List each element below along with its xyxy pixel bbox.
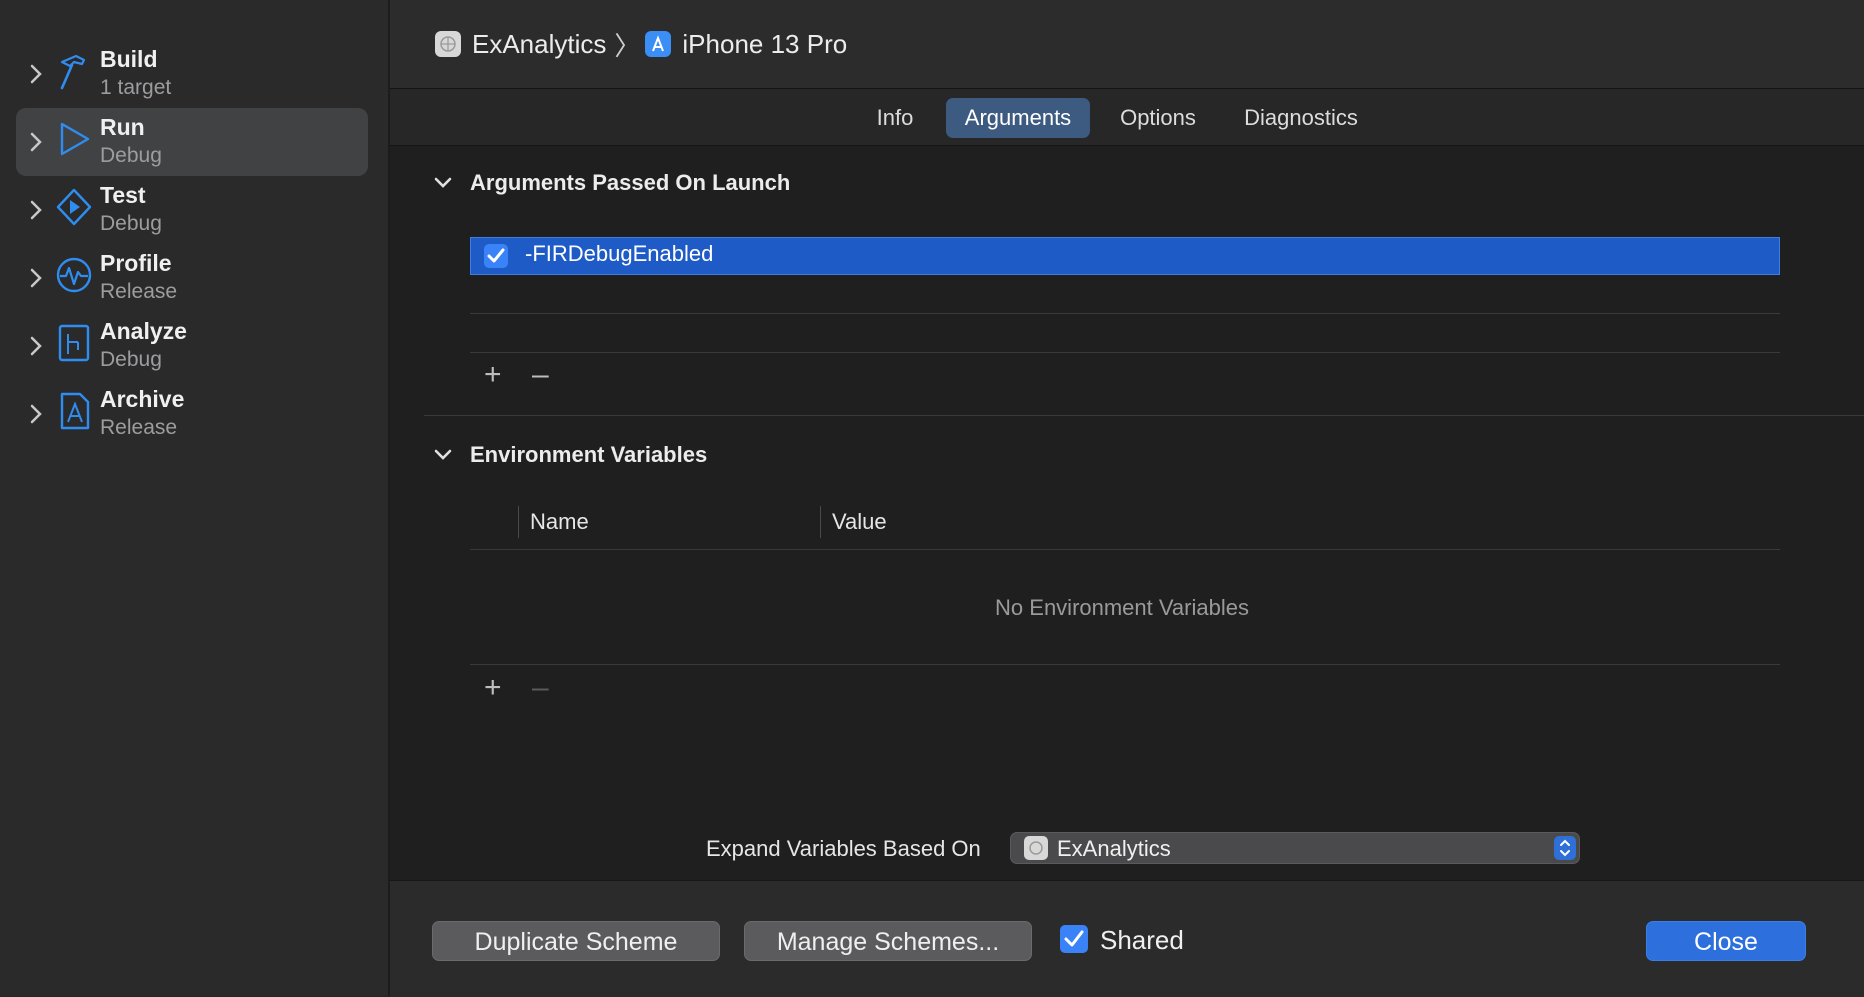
chevron-down-icon[interactable]	[432, 172, 454, 194]
sidebar-item-subtitle: 1 target	[100, 76, 172, 99]
expand-variables-popup[interactable]: ExAnalytics	[1010, 832, 1580, 864]
scheme-action-sidebar: Build 1 target Run Debug Test Debug Prof…	[0, 0, 390, 996]
sidebar-item-title: Analyze	[100, 318, 187, 344]
destination-name[interactable]: iPhone 13 Pro	[682, 29, 847, 60]
sidebar-item-title: Run	[100, 114, 145, 140]
environment-section-title: Environment Variables	[470, 442, 708, 467]
remove-argument-icon[interactable]: –	[532, 360, 549, 390]
popup-stepper-icon	[1554, 836, 1576, 860]
close-button[interactable]: Close	[1646, 921, 1806, 961]
shared-label[interactable]: Shared	[1100, 925, 1184, 956]
arguments-section-title: Arguments Passed On Launch	[470, 170, 791, 195]
footer-bar: Duplicate Scheme Manage Schemes... Share…	[390, 880, 1864, 997]
header-divider	[470, 549, 1780, 550]
manage-schemes-button[interactable]: Manage Schemes...	[744, 921, 1032, 961]
chevron-right-icon[interactable]	[26, 198, 46, 222]
waveform-icon	[56, 257, 92, 293]
sidebar-item-build[interactable]: Build 1 target	[16, 40, 368, 108]
tab-diagnostics[interactable]: Diagnostics	[1226, 98, 1376, 138]
duplicate-scheme-button[interactable]: Duplicate Scheme	[432, 921, 720, 961]
section-divider	[424, 415, 1864, 416]
checkmark-icon	[1064, 930, 1084, 947]
sidebar-item-test[interactable]: Test Debug	[16, 176, 368, 244]
tab-bar: Info Arguments Options Diagnostics	[390, 89, 1864, 146]
sidebar-item-archive[interactable]: Archive Release	[16, 380, 368, 448]
chevron-right-icon[interactable]	[26, 266, 46, 290]
sidebar-item-subtitle: Debug	[100, 348, 162, 371]
sidebar-item-analyze[interactable]: Analyze Debug	[16, 312, 368, 380]
column-divider	[518, 506, 519, 538]
chevron-right-icon[interactable]	[26, 334, 46, 358]
tab-info[interactable]: Info	[860, 98, 930, 138]
hammer-icon	[60, 54, 86, 90]
tab-arguments[interactable]: Arguments	[946, 98, 1090, 138]
checkmark-icon	[487, 248, 505, 263]
sidebar-item-title: Profile	[100, 250, 172, 276]
sidebar-item-subtitle: Debug	[100, 144, 162, 167]
chevron-down-icon[interactable]	[432, 444, 454, 466]
breadcrumb: ExAnalytics 〉 iPhone 13 Pro	[434, 26, 847, 62]
chevron-right-icon[interactable]	[26, 130, 46, 154]
add-argument-icon[interactable]: +	[484, 360, 502, 390]
app-project-icon	[1024, 836, 1048, 860]
app-project-icon	[435, 31, 461, 57]
sidebar-item-title: Build	[100, 46, 158, 72]
title-bar: ExAnalytics 〉 iPhone 13 Pro	[390, 0, 1864, 89]
breadcrumb-separator: 〉	[614, 30, 641, 61]
column-divider	[820, 506, 821, 538]
archive-icon	[60, 392, 90, 430]
play-icon	[60, 122, 90, 156]
test-diamond-icon	[56, 188, 92, 226]
chevron-right-icon[interactable]	[26, 402, 46, 426]
column-header-name[interactable]: Name	[530, 509, 589, 535]
sidebar-item-subtitle: Release	[100, 416, 178, 439]
argument-value[interactable]: -FIRDebugEnabled	[525, 241, 713, 267]
row-divider	[470, 313, 1780, 314]
expand-variables-value: ExAnalytics	[1057, 836, 1171, 861]
shared-checkbox[interactable]	[1060, 925, 1088, 953]
scheme-name[interactable]: ExAnalytics	[472, 29, 606, 60]
sidebar-item-title: Test	[100, 182, 146, 208]
add-variable-icon[interactable]: +	[484, 673, 502, 703]
chevron-right-icon[interactable]	[26, 62, 46, 86]
analyze-icon	[58, 324, 90, 362]
sidebar-item-subtitle: Debug	[100, 212, 162, 235]
sidebar-item-subtitle: Release	[100, 280, 178, 303]
sidebar-item-profile[interactable]: Profile Release	[16, 244, 368, 312]
row-divider	[470, 352, 1780, 353]
sidebar-item-title: Archive	[100, 386, 185, 412]
argument-enabled-checkbox[interactable]	[484, 244, 508, 268]
device-app-icon	[645, 31, 672, 57]
column-header-value[interactable]: Value	[832, 509, 887, 535]
remove-variable-icon: –	[532, 671, 549, 704]
row-divider	[470, 664, 1780, 665]
expand-variables-label: Expand Variables Based On	[706, 836, 981, 861]
scheme-editor-main: ExAnalytics 〉 iPhone 13 Pro Info Argumen…	[390, 0, 1864, 997]
tab-options[interactable]: Options	[1108, 98, 1208, 138]
sidebar-item-run[interactable]: Run Debug	[16, 108, 368, 176]
empty-state-message: No Environment Variables	[995, 595, 1249, 620]
